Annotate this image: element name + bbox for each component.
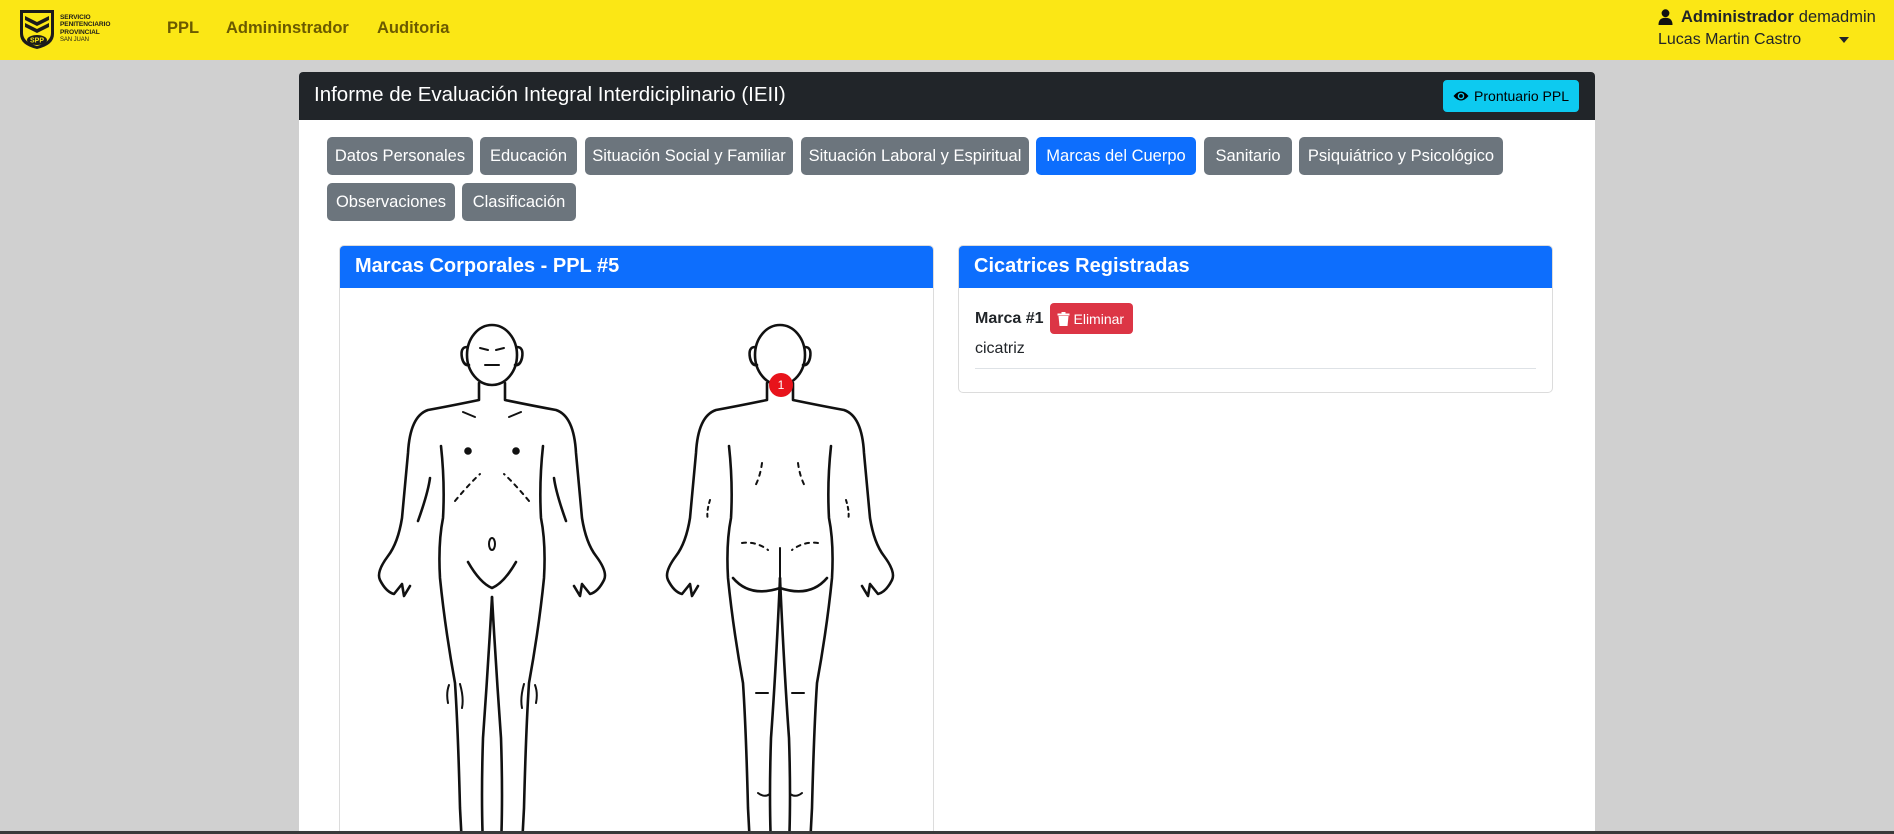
- logo-text: Servicio Penitenciario Provincial San Ju…: [60, 14, 110, 44]
- scar-item-label: Marca #1: [975, 309, 1044, 327]
- tab-situacion-laboral[interactable]: Situación Laboral y Espiritual: [801, 137, 1029, 175]
- user-info-row: Administrador demadmin: [1658, 7, 1888, 27]
- trash-icon: [1057, 311, 1069, 326]
- tab-marcas-del-cuerpo[interactable]: Marcas del Cuerpo: [1036, 137, 1196, 175]
- body-marker-1[interactable]: 1: [769, 373, 793, 397]
- user-icon: [1658, 9, 1673, 25]
- body-marks-title: Marcas Corporales - PPL #5: [340, 246, 933, 288]
- prontuario-label: Prontuario PPL: [1474, 88, 1569, 104]
- body-marks-panel: Marcas Corporales - PPL #5 1: [339, 245, 934, 834]
- user-full-name: Lucas Martin Castro: [1658, 31, 1802, 48]
- user-menu[interactable]: Administrador demadmin Lucas Martin Cast…: [1658, 7, 1888, 50]
- scars-panel: Cicatrices Registradas Marca #1 Eliminar…: [958, 245, 1553, 393]
- logo-line-2: Penitenciario: [60, 21, 111, 29]
- tab-psiquiatrico[interactable]: Psiquiátrico y Psicológico: [1299, 137, 1503, 175]
- logo-line-3: Provincial: [60, 29, 100, 36]
- scar-item-divider: [975, 368, 1536, 369]
- user-name-row[interactable]: Lucas Martin Castro: [1658, 30, 1888, 50]
- chevron-down-icon[interactable]: [1839, 37, 1850, 43]
- logo-line-4: San Juan: [60, 36, 89, 43]
- tab-observaciones[interactable]: Observaciones: [327, 183, 455, 221]
- body-front-figure: [377, 323, 607, 834]
- delete-scar-button[interactable]: Eliminar: [1049, 303, 1134, 334]
- spp-logo[interactable]: SPP Servicio Penitenciario Provincial Sa…: [18, 8, 122, 50]
- card-header: Informe de Evaluación Integral Interdici…: [299, 72, 1595, 120]
- scar-item-header: Marca #1 Eliminar: [975, 303, 1536, 334]
- user-role: Administrador: [1681, 7, 1794, 26]
- body-back-figure: [665, 323, 895, 834]
- scars-panel-title: Cicatrices Registradas: [959, 246, 1552, 288]
- tab-situacion-social[interactable]: Situación Social y Familiar: [585, 137, 793, 175]
- body-diagram[interactable]: [340, 288, 934, 834]
- shield-logo-icon: SPP: [20, 10, 54, 49]
- user-username: demadmin: [1798, 7, 1876, 26]
- eye-icon: [1453, 91, 1469, 101]
- top-navbar: SPP Servicio Penitenciario Provincial Sa…: [0, 0, 1894, 60]
- prontuario-button[interactable]: Prontuario PPL: [1443, 80, 1579, 112]
- tab-sanitario[interactable]: Sanitario: [1204, 137, 1292, 175]
- tab-datos-personales[interactable]: Datos Personales: [327, 137, 473, 175]
- delete-scar-label: Eliminar: [1073, 310, 1125, 327]
- ieii-card: Informe de Evaluación Integral Interdici…: [299, 72, 1595, 834]
- logo-badge: SPP: [30, 38, 44, 45]
- nav-link-administrador[interactable]: Admininstrador: [226, 19, 349, 38]
- nav-link-ppl[interactable]: PPL: [167, 19, 199, 38]
- scar-item-description: cicatriz: [975, 340, 1025, 357]
- page-title: Informe de Evaluación Integral Interdici…: [314, 83, 786, 106]
- nav-link-auditoria[interactable]: Auditoria: [377, 19, 449, 38]
- logo-line-1: Servicio: [60, 13, 91, 21]
- tab-clasificacion[interactable]: Clasificación: [462, 183, 576, 221]
- tab-educacion[interactable]: Educación: [480, 137, 577, 175]
- scar-item: Marca #1 Eliminar cicatriz: [975, 303, 1536, 369]
- scars-list: Marca #1 Eliminar cicatriz: [959, 288, 1552, 369]
